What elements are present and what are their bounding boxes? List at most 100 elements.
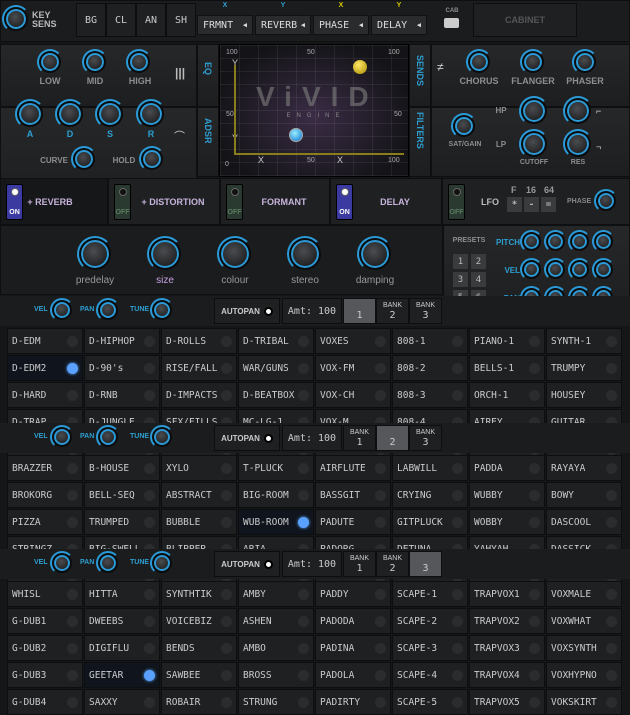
bank-2-button[interactable]: 2 — [376, 425, 409, 451]
sample-slot[interactable]: 808-3 — [392, 382, 468, 408]
sample-slot[interactable]: PIZZA — [7, 509, 83, 535]
sample-slot[interactable]: PADDA — [469, 455, 545, 481]
sample-slot[interactable]: 808-2 — [392, 355, 468, 381]
sample-slot[interactable]: VOXHYPNO — [546, 662, 622, 688]
lfo-free-button[interactable]: * — [507, 197, 522, 212]
sample-slot[interactable]: WUBBY — [469, 482, 545, 508]
pan-knob[interactable] — [96, 425, 120, 449]
stereo-knob[interactable] — [287, 236, 323, 272]
sample-slot[interactable]: D-90's — [84, 355, 160, 381]
mod-knob[interactable] — [520, 258, 543, 281]
sample-slot[interactable]: G-DUB4 — [7, 689, 83, 715]
sample-slot[interactable]: WAR/GUNS — [238, 355, 314, 381]
preset-button-4[interactable]: 4 — [471, 272, 486, 287]
sample-slot[interactable]: TRAPVOX5 — [469, 689, 545, 715]
size-knob[interactable] — [147, 236, 183, 272]
sample-slot[interactable]: 808-1 — [392, 328, 468, 354]
sample-slot[interactable]: VOXWHAT — [546, 608, 622, 634]
sample-slot[interactable]: DASCOOL — [546, 509, 622, 535]
sample-slot[interactable]: D-HARD — [7, 382, 83, 408]
mod-knob[interactable] — [544, 230, 567, 253]
vel-knob[interactable] — [50, 551, 74, 575]
sample-slot[interactable]: XYLO — [161, 455, 237, 481]
autopan-toggle[interactable]: AUTOPAN — [214, 298, 280, 324]
bank-3-button[interactable]: 3 — [409, 551, 442, 577]
sample-slot[interactable]: BROKORG — [7, 482, 83, 508]
sample-slot[interactable]: AMBO — [238, 635, 314, 661]
preset-button-1[interactable]: 1 — [453, 254, 468, 269]
sample-slot[interactable]: TRAPVOX4 — [469, 662, 545, 688]
sample-slot[interactable]: TRAPVOX1 — [469, 581, 545, 607]
fx-tab-delay[interactable]: ON DELAY — [330, 178, 442, 225]
lfo-16-button[interactable]: - — [524, 197, 539, 212]
vel-knob[interactable] — [50, 298, 74, 322]
cl-button[interactable]: CL — [106, 3, 136, 37]
sample-slot[interactable]: SCAPE-1 — [392, 581, 468, 607]
sample-slot[interactable]: GITPLUCK — [392, 509, 468, 535]
sample-slot[interactable]: BRAZZER — [7, 455, 83, 481]
sample-slot[interactable]: G-DUB1 — [7, 608, 83, 634]
sample-slot[interactable]: BUBBLE — [161, 509, 237, 535]
fx-tab-distortion[interactable]: OFF + DISTORTION — [108, 178, 220, 225]
bank-1-button[interactable]: BANK 1 — [343, 425, 376, 451]
colour-knob[interactable] — [217, 236, 253, 272]
sample-slot[interactable]: ASHEN — [238, 608, 314, 634]
sample-slot[interactable]: SCAPE-4 — [392, 662, 468, 688]
sample-slot[interactable]: VOICEBIZ — [161, 608, 237, 634]
sample-slot[interactable]: D-EDM2 — [7, 355, 83, 381]
sample-slot[interactable]: DWEEBS — [84, 608, 160, 634]
bank-2-button[interactable]: BANK 2 — [376, 551, 409, 577]
bank-1-button[interactable]: 1 — [343, 298, 376, 324]
sample-slot[interactable]: PIANO-1 — [469, 328, 545, 354]
sample-slot[interactable]: TRUMPED — [84, 509, 160, 535]
sample-slot[interactable]: SYNTH-1 — [546, 328, 622, 354]
xy-point-blue[interactable] — [289, 128, 303, 142]
sample-slot[interactable]: ROBAIR — [161, 689, 237, 715]
sample-slot[interactable]: D-TRIBAL — [238, 328, 314, 354]
fx-power-toggle[interactable]: ON — [6, 184, 23, 220]
key-sens-knob[interactable] — [2, 5, 30, 33]
sample-slot[interactable]: DIGIFLU — [84, 635, 160, 661]
sample-slot[interactable]: PADOLA — [315, 662, 391, 688]
mod-knob[interactable] — [568, 230, 591, 253]
sample-slot[interactable]: ORCH-1 — [469, 382, 545, 408]
sample-slot[interactable]: PADODA — [315, 608, 391, 634]
sample-slot[interactable]: WOBBY — [469, 509, 545, 535]
sample-slot[interactable]: D-BEATBOX — [238, 382, 314, 408]
xy-target-selector[interactable]: DELAY ◀ — [371, 15, 427, 35]
damping-knob[interactable] — [357, 236, 393, 272]
sample-slot[interactable]: BIG-ROOM — [238, 482, 314, 508]
cab-toggle[interactable] — [444, 18, 459, 28]
sample-slot[interactable]: D-EDM — [7, 328, 83, 354]
fx-tab-reverb[interactable]: ON + REVERB — [0, 178, 108, 225]
sample-slot[interactable]: RISE/FALL — [161, 355, 237, 381]
sample-slot[interactable]: VOKSKIRT — [546, 689, 622, 715]
sample-slot[interactable]: WUB-ROOM — [238, 509, 314, 535]
sample-slot[interactable]: T-PLUCK — [238, 455, 314, 481]
sample-slot[interactable]: G-DUB2 — [7, 635, 83, 661]
cabinet-button[interactable]: CABINET — [473, 3, 577, 37]
hp-knob[interactable] — [519, 96, 549, 126]
sample-slot[interactable]: SAWBEE — [161, 662, 237, 688]
phaser-knob[interactable] — [572, 49, 598, 75]
sample-slot[interactable]: BELLS-1 — [469, 355, 545, 381]
sample-slot[interactable]: AIRFLUTE — [315, 455, 391, 481]
fx-tab-formant[interactable]: OFF FORMANT — [220, 178, 330, 225]
bank-3-button[interactable]: BANK 3 — [409, 298, 442, 324]
sample-slot[interactable]: TRAPVOX3 — [469, 635, 545, 661]
pan-knob[interactable] — [96, 551, 120, 575]
sample-slot[interactable]: SAXXY — [84, 689, 160, 715]
phase-knob[interactable] — [594, 189, 618, 213]
release-knob[interactable] — [136, 99, 166, 129]
res-knob[interactable] — [563, 129, 593, 159]
xy-target-selector[interactable]: FRMNT ◀ — [197, 15, 253, 35]
sample-slot[interactable]: VOXMALE — [546, 581, 622, 607]
bank-1-button[interactable]: BANK 1 — [343, 551, 376, 577]
sample-slot[interactable]: PADDY — [315, 581, 391, 607]
autopan-toggle[interactable]: AUTOPAN — [214, 551, 280, 577]
sample-slot[interactable]: BELL-SEQ — [84, 482, 160, 508]
eq-low-knob[interactable] — [37, 49, 63, 75]
sample-slot[interactable]: HITTA — [84, 581, 160, 607]
sample-slot[interactable]: BASSGIT — [315, 482, 391, 508]
chorus-knob[interactable] — [466, 49, 492, 75]
